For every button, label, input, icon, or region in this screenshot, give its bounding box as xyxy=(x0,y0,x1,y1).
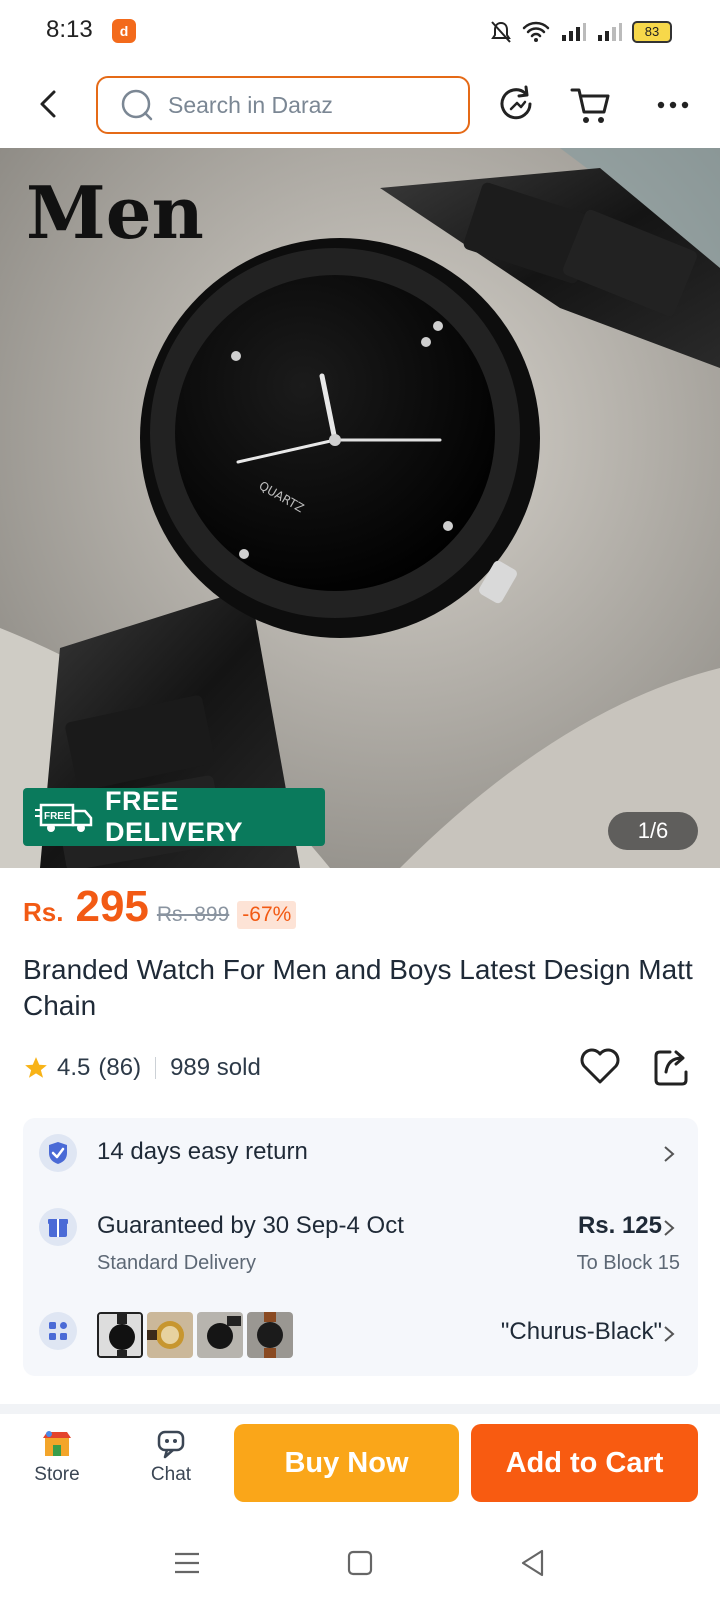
menu-icon[interactable] xyxy=(170,1546,204,1580)
delivery-fee: Rs. 125 xyxy=(577,1212,662,1239)
store-icon xyxy=(43,1431,71,1456)
signal-icon-1 xyxy=(562,23,586,41)
free-delivery-text: FREE DELIVERY xyxy=(104,786,244,847)
heart-icon[interactable] xyxy=(578,1044,622,1088)
chat-label: Chat xyxy=(150,1464,192,1485)
rating-row[interactable]: 4.5 (86) 989 sold xyxy=(23,1048,261,1088)
image-page-indicator: 1/6 xyxy=(608,812,698,850)
refresh-icon[interactable] xyxy=(496,84,538,126)
rating-divider xyxy=(155,1057,157,1079)
delivery-guarantee-text[interactable]: Guaranteed by 30 Sep-4 Oct xyxy=(97,1212,404,1240)
status-bar: 8:13 d 83 xyxy=(0,0,720,64)
chevron-right-icon[interactable] xyxy=(662,1218,676,1238)
grid-icon xyxy=(39,1312,77,1350)
search-input[interactable]: Search in Daraz xyxy=(96,76,470,134)
add-to-cart-button[interactable]: Add to Cart xyxy=(471,1424,698,1502)
store-button[interactable]: Store xyxy=(12,1424,102,1486)
product-title: Branded Watch For Men and Boys Latest De… xyxy=(23,954,693,1021)
product-watch-image: QUARTZ xyxy=(0,148,720,868)
chevron-right-icon[interactable] xyxy=(662,1144,676,1164)
chevron-right-icon[interactable] xyxy=(662,1324,676,1344)
bottom-action-bar: Store Chat Buy Now Add to Cart xyxy=(0,1414,720,1524)
status-indicators: 83 xyxy=(490,18,672,46)
discount-badge: -67% xyxy=(237,901,297,929)
shield-check-icon xyxy=(39,1134,77,1172)
sold-count: 989 sold xyxy=(170,1054,261,1081)
variant-thumbnail-leather[interactable] xyxy=(247,1312,293,1358)
delivery-location: To Block 15 xyxy=(576,1252,680,1274)
free-badge-icon-text: FREE xyxy=(44,811,71,822)
chat-icon xyxy=(157,1430,185,1459)
price-currency: Rs. xyxy=(23,897,64,927)
image-title-text: Men xyxy=(26,170,204,255)
variant-thumbnail-gold[interactable] xyxy=(147,1312,193,1358)
back-triangle-icon[interactable] xyxy=(516,1546,550,1580)
wifi-icon xyxy=(522,21,550,42)
share-icon[interactable] xyxy=(652,1044,692,1088)
system-navigation-bar xyxy=(0,1524,720,1600)
home-square-icon[interactable] xyxy=(343,1546,377,1580)
store-label: Store xyxy=(34,1464,80,1485)
delivery-type-text: Standard Delivery xyxy=(97,1252,256,1274)
review-count: (86) xyxy=(98,1054,142,1081)
buy-now-button[interactable]: Buy Now xyxy=(234,1424,459,1502)
star-icon xyxy=(25,1057,47,1078)
price-value: 295 xyxy=(75,882,149,931)
rating-value: 4.5 xyxy=(57,1054,91,1081)
return-policy-text[interactable]: 14 days easy return xyxy=(97,1138,308,1166)
cart-icon[interactable] xyxy=(570,84,612,126)
variant-thumbnail-black[interactable] xyxy=(97,1312,143,1358)
more-icon[interactable] xyxy=(652,84,694,126)
gift-box-icon xyxy=(39,1208,77,1246)
section-divider xyxy=(0,1404,720,1414)
product-image-carousel[interactable]: QUARTZ Men FREE FREE DELIVERY 1/6 xyxy=(0,148,720,868)
top-header: Search in Daraz xyxy=(0,64,720,148)
mute-icon xyxy=(491,21,511,43)
daraz-notification-icon: d xyxy=(112,19,136,43)
search-icon xyxy=(121,89,153,121)
free-delivery-badge: FREE FREE DELIVERY xyxy=(23,786,325,847)
original-price: Rs. 899 xyxy=(156,903,230,926)
service-info-card: 14 days easy return Guaranteed by 30 Sep… xyxy=(23,1118,698,1376)
delivery-truck-icon: FREE xyxy=(35,803,93,832)
back-arrow-icon[interactable] xyxy=(30,84,70,124)
selected-variant[interactable]: "Churus-Black" xyxy=(501,1318,662,1346)
search-placeholder: Search in Daraz xyxy=(168,91,333,118)
price-row: Rs. 295 Rs. 899 -67% xyxy=(23,882,297,938)
chat-button[interactable]: Chat xyxy=(126,1424,216,1486)
signal-icon-2 xyxy=(598,23,622,41)
variant-thumbnail-matte[interactable] xyxy=(197,1312,243,1358)
battery-indicator: 83 xyxy=(632,21,672,43)
status-time: 8:13 xyxy=(46,16,93,43)
